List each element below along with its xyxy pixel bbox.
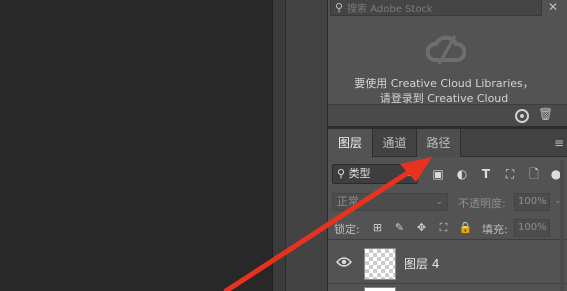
lock-row: 锁定: ⊞ ✎ ✥ ⛶ 🔒 填充: 100% <box>328 216 567 240</box>
text-filter-icon[interactable]: T <box>478 166 494 182</box>
document-canvas-area[interactable] <box>0 0 272 291</box>
visibility-eye-icon[interactable] <box>336 256 352 268</box>
creative-cloud-sync-off-icon <box>426 35 466 65</box>
layer-thumbnail <box>364 248 396 280</box>
tab-channels[interactable]: 通道 <box>373 129 417 157</box>
filter-kind-value: 类型 <box>348 167 371 180</box>
layers-panel-tabs: 图层 通道 路径 ≡ <box>328 129 567 158</box>
lock-artboard-icon[interactable]: ⛶ <box>436 220 451 235</box>
tab-layers[interactable]: 图层 <box>328 129 373 158</box>
collapsed-panel-strip <box>285 0 327 291</box>
opacity-label: 不透明度: <box>458 197 506 210</box>
libraries-signin-message-line1: 要使用 Creative Cloud Libraries， <box>354 77 534 90</box>
layers-scrollbar[interactable] <box>558 160 566 291</box>
adjustment-filter-icon[interactable]: ◐ <box>454 166 470 182</box>
search-icon: ⚲ <box>335 1 344 14</box>
close-icon[interactable]: ✕ <box>548 0 558 14</box>
chevron-down-icon: ⌄ <box>435 197 443 207</box>
panel-menu-icon[interactable]: ≡ <box>554 136 564 150</box>
chevron-down-icon: ⌄ <box>405 169 413 179</box>
cloud-sync-icon[interactable] <box>514 108 530 124</box>
blend-mode-value: 正常 <box>337 195 359 208</box>
lock-pixels-brush-icon[interactable]: ✎ <box>392 220 407 235</box>
lock-transparency-icon[interactable]: ⊞ <box>370 220 385 235</box>
layer-row[interactable] <box>328 285 567 291</box>
opacity-field[interactable]: 100% <box>514 193 550 211</box>
blend-row: 正常 ⌄ 不透明度: 100% ⌄ <box>328 190 567 214</box>
stock-search-input[interactable]: ⚲ 搜索 Adobe Stock <box>330 0 542 16</box>
fill-label: 填充: <box>482 223 508 236</box>
layer-name[interactable]: 图层 4 <box>404 255 439 272</box>
trash-icon[interactable]: 🗑 <box>538 107 553 121</box>
layer-filter-kind-select[interactable]: ⚲ 类型 ⌄ <box>332 164 418 184</box>
lock-label: 锁定: <box>334 223 360 236</box>
fill-field[interactable]: 100% <box>514 219 550 237</box>
lock-all-icon[interactable]: 🔒 <box>458 220 473 235</box>
lock-position-move-icon[interactable]: ✥ <box>414 220 429 235</box>
shape-filter-icon[interactable]: ⛶ <box>502 166 518 182</box>
stock-search-placeholder: 搜索 Adobe Stock <box>347 4 433 15</box>
blend-mode-select[interactable]: 正常 ⌄ <box>332 193 448 211</box>
smart-object-filter-icon[interactable]: 🗋 <box>526 166 542 182</box>
layer-filter-row: ⚲ 类型 ⌄ ▣ ◐ T ⛶ 🗋 ● <box>328 160 567 188</box>
right-panel-dock: ⚲ 搜索 Adobe Stock ✕ 要使用 Creative Cloud Li… <box>327 0 567 291</box>
layer-row[interactable]: 图层 4 <box>328 242 567 284</box>
search-icon: ⚲ <box>337 167 349 180</box>
tab-paths[interactable]: 路径 <box>417 129 461 157</box>
layer-thumbnail <box>364 287 396 291</box>
libraries-footer: 🗑 <box>328 104 567 126</box>
panel-dock-gutter <box>272 0 285 291</box>
image-filter-icon[interactable]: ▣ <box>430 166 446 182</box>
